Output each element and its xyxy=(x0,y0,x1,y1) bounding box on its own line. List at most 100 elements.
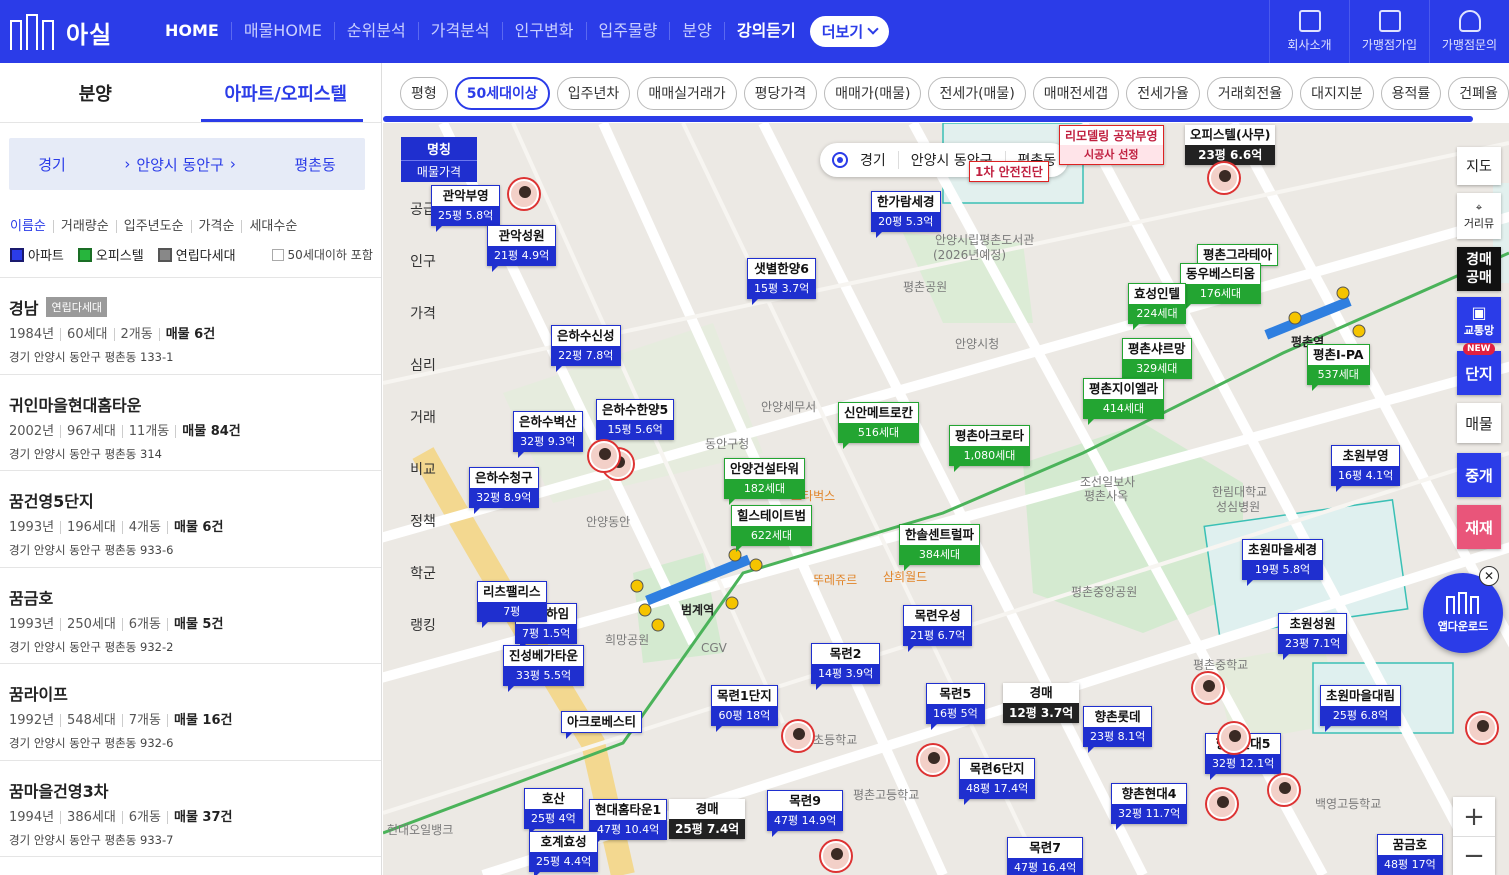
blue-marker[interactable]: 목련6단지 48평 17.4억 xyxy=(959,758,1036,804)
filter-chip[interactable]: 건폐율 xyxy=(1448,76,1509,110)
transit-button[interactable]: ▣ 교통망 xyxy=(1457,297,1501,343)
franchise-join-button[interactable]: 가맹점가입 xyxy=(1349,0,1429,63)
filter-small-complex[interactable]: 50세대이하 포함 xyxy=(271,246,373,263)
auction-button[interactable]: 경매 공매 xyxy=(1457,247,1501,291)
blue-marker[interactable]: 초원마을세경 19평 5.8억 xyxy=(1242,539,1324,585)
zoom-out-button[interactable]: − xyxy=(1453,836,1495,875)
complex-list-item[interactable]: 꿈건영5단지 1993년 196세대 4개동 매물 6건 경기 안양시 동안구 평촌동 9… xyxy=(0,471,381,568)
auction-marker[interactable]: 경매 12평 3.7억 xyxy=(1003,683,1080,723)
red-marker[interactable]: 리모델링 공작부영 시공사 선정 xyxy=(1059,125,1164,165)
agent-avatar[interactable] xyxy=(1207,789,1237,819)
filter-chip[interactable]: 매매가(매물) xyxy=(824,76,922,110)
side-menu-item[interactable]: 정책 xyxy=(396,495,450,547)
franchise-inquiry-button[interactable]: 가맹점문의 xyxy=(1429,0,1509,63)
agent-avatar[interactable] xyxy=(589,441,619,471)
blue-marker[interactable]: 초원부영 16평 4.1억 xyxy=(1331,445,1401,491)
side-menu-item[interactable]: 학군 xyxy=(396,547,450,599)
map-canvas[interactable]: 안양시립평촌도서관 (2026년예정) 안양시청 평촌공원 평촌중앙공원 범계역… xyxy=(383,123,1509,875)
region-province[interactable]: 경기 xyxy=(860,150,886,170)
green-marker[interactable]: 평촌지이엘라 414세대 xyxy=(1083,378,1165,424)
side-menu-item[interactable]: 비교 xyxy=(396,443,450,495)
side-menu-item[interactable]: 거래 xyxy=(396,391,450,443)
green-marker[interactable]: 신안메트로칸 516세대 xyxy=(838,402,920,448)
complex-list-item[interactable]: 귀인마을현대홈타운 2002년 967세대 11개동 매물 84건 경기 안양시 동안구 … xyxy=(0,375,381,471)
agent-avatar[interactable] xyxy=(1193,673,1223,703)
filter-officetel[interactable]: 오피스텔 xyxy=(77,245,144,264)
blue-marker[interactable]: 목련1단지 60평 18억 xyxy=(711,685,778,731)
filter-chip[interactable]: 거래회전율 xyxy=(1206,76,1294,110)
blue-marker[interactable]: 호산 25평 4억 xyxy=(524,788,583,834)
agent-avatar[interactable] xyxy=(1209,163,1239,193)
nav-ranking[interactable]: 순위분석 xyxy=(333,22,418,40)
map-mode-button[interactable]: 지도 xyxy=(1457,147,1501,185)
green-marker[interactable]: 효성인텔 224세대 xyxy=(1128,283,1187,329)
filter-chip[interactable]: 전세가(매물) xyxy=(928,76,1026,110)
green-marker[interactable]: 평촌샤르망 329세대 xyxy=(1122,338,1192,384)
filter-chip[interactable]: 입주년차 xyxy=(556,76,631,110)
sort-name[interactable]: 이름순 xyxy=(10,220,53,233)
complex-button[interactable]: NEW 단지 xyxy=(1457,343,1501,395)
filter-chip[interactable]: 평당가격 xyxy=(743,76,818,110)
filter-villa[interactable]: 연립다세대 xyxy=(157,245,236,264)
red-marker[interactable]: 1차 안전진단 xyxy=(969,161,1049,182)
blue-marker[interactable]: 목련우성 21평 6.7억 xyxy=(903,605,973,651)
agent-avatar[interactable] xyxy=(509,179,539,209)
agent-avatar[interactable] xyxy=(783,721,813,751)
agent-avatar[interactable] xyxy=(1219,723,1249,753)
sort-households[interactable]: 세대수순 xyxy=(241,220,304,233)
green-marker[interactable]: 한솔센트럴파 384세대 xyxy=(899,524,981,570)
blue-marker[interactable]: 목련5 16평 5억 xyxy=(926,683,985,729)
close-icon[interactable]: ✕ xyxy=(1479,566,1499,586)
blue-marker[interactable]: 한가람세경 20평 5.3억 xyxy=(871,191,941,237)
side-menu-item[interactable]: 심리 xyxy=(396,339,450,391)
blue-marker[interactable]: 향촌현대4 32평 11.7억 xyxy=(1111,783,1188,829)
blue-marker[interactable]: 목련9 47평 14.9억 xyxy=(767,790,844,836)
agent-avatar[interactable] xyxy=(821,841,851,871)
green-marker[interactable]: 힐스테이트범 622세대 xyxy=(731,505,813,551)
company-button[interactable]: 회사소개 xyxy=(1269,0,1349,63)
nav-listing-home[interactable]: 매물HOME xyxy=(230,22,334,40)
filter-scrollbar[interactable] xyxy=(383,116,1473,122)
filter-chip[interactable]: 매매실거래가 xyxy=(637,76,737,110)
filter-chip[interactable]: 대지지분 xyxy=(1300,76,1374,110)
blue-marker[interactable]: 리츠팰리스 7평 xyxy=(477,581,547,627)
complex-list-item[interactable]: 경남 연립다세대 1984년 60세대 2개동 매물 6건 경기 안양시 동안구 평촌동 1… xyxy=(0,278,381,375)
filter-chip[interactable]: 전세가율 xyxy=(1126,76,1200,110)
blue-marker[interactable]: 은하수한양5 15평 5.6억 xyxy=(596,399,675,445)
tab-apartment[interactable]: 아파트/오피스텔 xyxy=(191,63,382,122)
blue-marker[interactable]: 은하수벽산 32평 9.3억 xyxy=(513,411,583,457)
listing-button[interactable]: 매물 xyxy=(1457,403,1501,443)
complex-list-item[interactable]: 꿈금호 1993년 250세대 6개동 매물 5건 경기 안양시 동안구 평촌동 932-… xyxy=(0,568,381,664)
blue-marker[interactable]: 아크로베스티 xyxy=(561,711,643,738)
green-marker[interactable]: 동우베스티움 176세대 xyxy=(1180,263,1262,309)
blue-marker[interactable]: 진성베가타운 33평 5.5억 xyxy=(503,645,585,691)
agent-avatar[interactable] xyxy=(918,745,948,775)
sort-year[interactable]: 입주년도순 xyxy=(115,220,191,233)
auction-marker[interactable]: 오피스텔(사무) 23평 6.6억 xyxy=(1185,125,1276,165)
blue-marker[interactable]: 샛별한양6 15평 3.7억 xyxy=(747,258,817,304)
auction-marker[interactable]: 경매 25평 7.4억 xyxy=(669,799,746,839)
nav-lecture[interactable]: 강의듣기 xyxy=(723,22,808,40)
side-menu-item[interactable]: 가격 xyxy=(396,287,450,339)
filter-chip[interactable]: 평형 xyxy=(400,76,448,110)
side-menu-item[interactable]: 인구 xyxy=(396,235,450,287)
distance-button[interactable]: ⌖ 거리뮤 xyxy=(1457,193,1501,239)
nav-supply[interactable]: 입주물량 xyxy=(585,22,670,40)
complex-list-item[interactable]: 꿈라이프 1992년 548세대 7개동 매물 16건 경기 안양시 동안구 평촌동 93… xyxy=(0,664,381,761)
blue-marker[interactable]: 관악성원 21평 4.9억 xyxy=(487,225,557,271)
blue-marker[interactable]: 은하수청구 32평 8.9억 xyxy=(469,467,539,513)
blue-marker[interactable]: 초원마을대림 25평 6.8억 xyxy=(1320,685,1402,731)
station-beomgye[interactable]: 범계역 xyxy=(681,601,714,618)
tab-presale[interactable]: 분양 xyxy=(0,63,191,122)
complex-list-item[interactable]: 꿈마을건영3차 1994년 386세대 6개동 매물 37건 경기 안양시 동안구 평촌동… xyxy=(0,761,381,857)
sort-volume[interactable]: 거래량순 xyxy=(52,220,116,233)
agent-avatar[interactable] xyxy=(1269,775,1299,805)
label-mode-selector[interactable]: 명칭 매물가격 xyxy=(401,137,477,182)
blue-marker[interactable]: 은하수신성 22평 7.8억 xyxy=(551,325,621,371)
breadcrumb-dong[interactable]: 평촌동 xyxy=(294,154,335,175)
filter-apartment[interactable]: 아파트 xyxy=(10,245,64,264)
blue-marker[interactable]: 호계효성 25평 4.4억 xyxy=(529,831,599,875)
blue-marker[interactable]: 현대홈타운1 47평 10.4억 xyxy=(589,799,668,845)
filter-chip[interactable]: 50세대이상 xyxy=(454,76,550,110)
green-marker[interactable]: 평촌아크로타 1,080세대 xyxy=(949,425,1031,471)
